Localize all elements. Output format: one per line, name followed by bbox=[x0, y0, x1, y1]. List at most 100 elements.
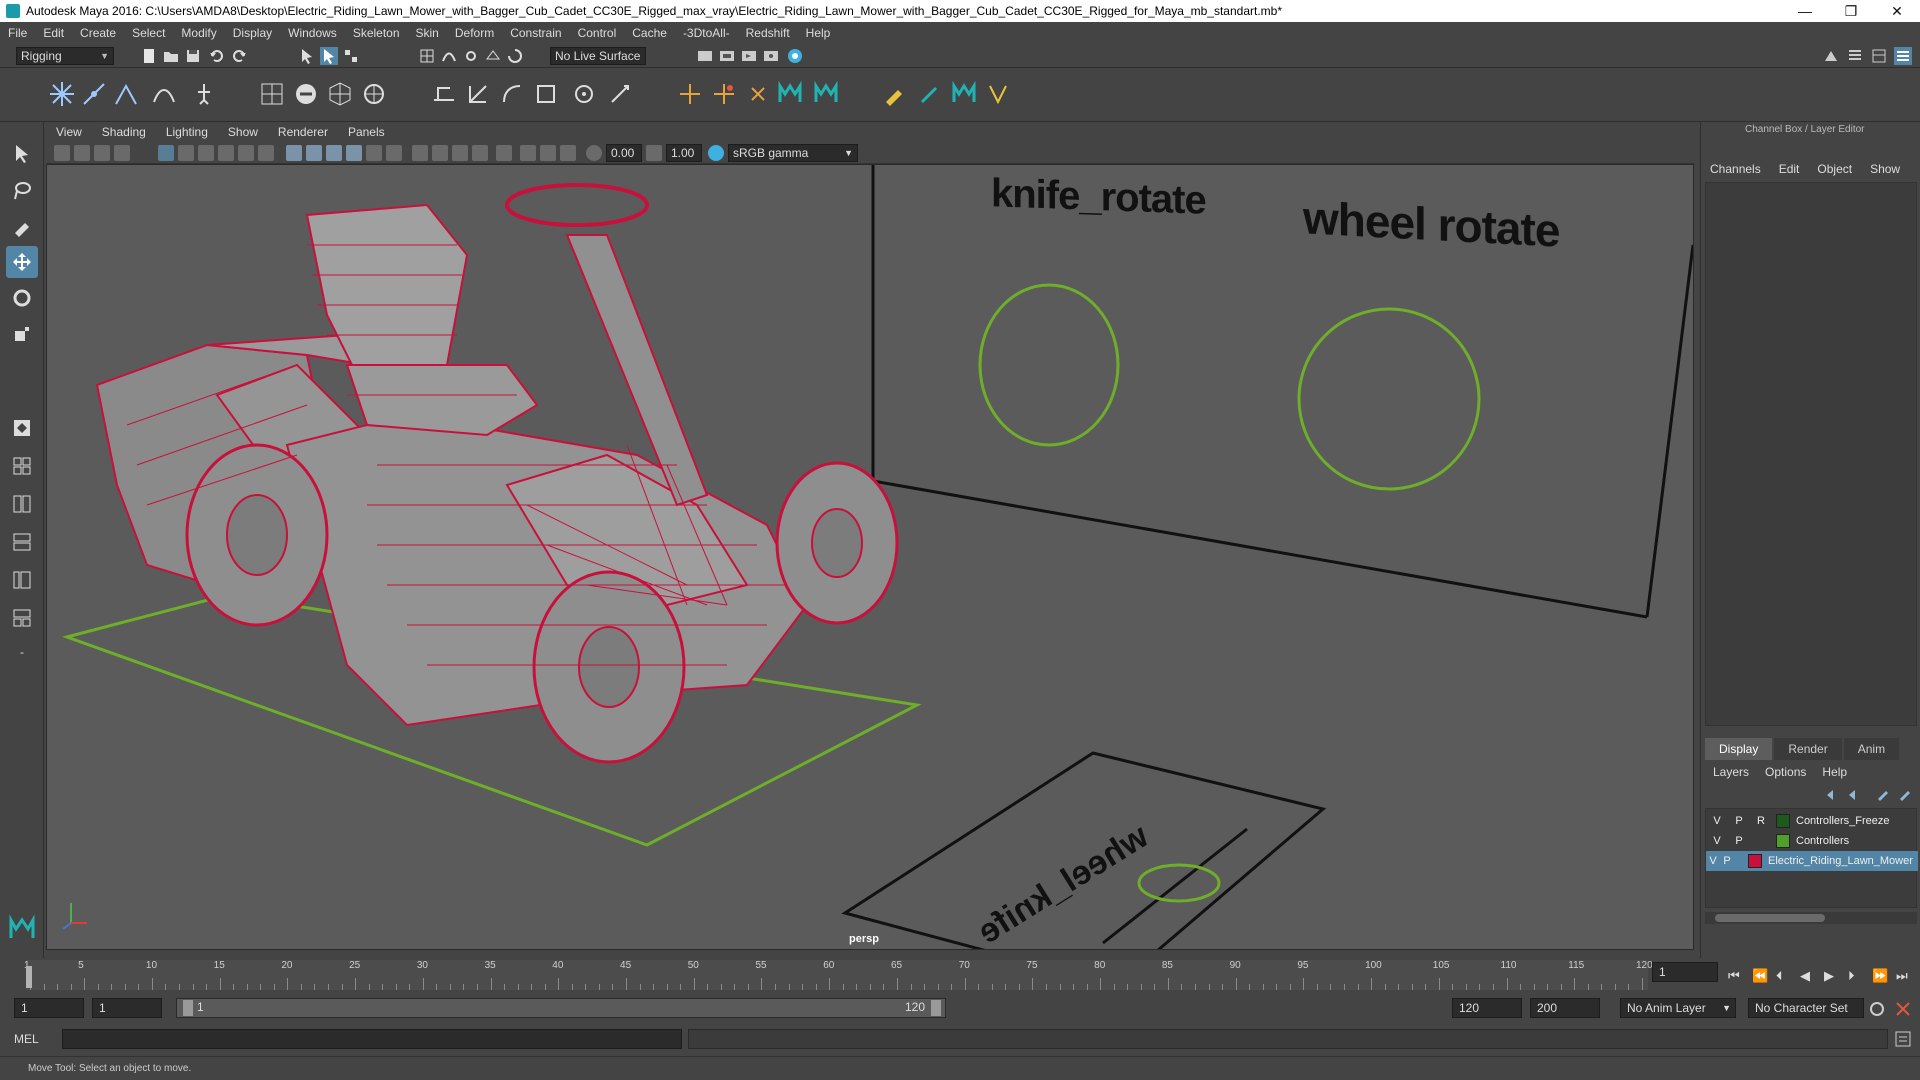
snap-grid-icon[interactable] bbox=[418, 47, 436, 65]
color-management-icon[interactable] bbox=[708, 145, 724, 161]
layer-visibility[interactable]: V bbox=[1706, 835, 1728, 847]
gamma-icon[interactable] bbox=[646, 145, 662, 161]
layer-playback[interactable]: P bbox=[1728, 815, 1750, 827]
ik-handle-icon[interactable] bbox=[112, 80, 140, 108]
go-to-start-icon[interactable]: ⏮ bbox=[1728, 968, 1740, 984]
scale-tool[interactable] bbox=[6, 318, 38, 350]
select-by-component-icon[interactable] bbox=[342, 47, 360, 65]
paint-weights-icon[interactable] bbox=[292, 80, 320, 108]
panel-menu-panels[interactable]: Panels bbox=[338, 125, 395, 139]
cb-menu-edit[interactable]: Edit bbox=[1770, 162, 1809, 180]
select-tool[interactable] bbox=[6, 138, 38, 170]
wheel-rotate-controller[interactable] bbox=[1297, 307, 1481, 491]
layer-color-swatch[interactable] bbox=[1776, 814, 1790, 828]
lawn-mower-mesh[interactable] bbox=[95, 183, 899, 764]
hypershade-icon[interactable] bbox=[786, 47, 804, 65]
layer-color-swatch[interactable] bbox=[1748, 854, 1762, 868]
menu-file[interactable]: File bbox=[0, 26, 35, 40]
anim-layer-dropdown[interactable]: No Anim Layer ▼ bbox=[1620, 998, 1736, 1018]
hypershade-layout[interactable] bbox=[6, 602, 38, 634]
xray-joints-icon[interactable] bbox=[540, 145, 556, 161]
layer-row[interactable]: V P Controllers bbox=[1706, 831, 1918, 851]
close-button[interactable]: ✕ bbox=[1874, 0, 1920, 22]
gamma-field[interactable]: 1.00 bbox=[666, 144, 702, 162]
bookmark-icon[interactable] bbox=[94, 145, 110, 161]
step-back-key-icon[interactable]: ⏴ bbox=[1776, 968, 1783, 984]
new-layer-icon[interactable] bbox=[1875, 787, 1891, 803]
xray-icon[interactable] bbox=[520, 145, 536, 161]
channel-list[interactable] bbox=[1705, 182, 1917, 726]
locator-icon[interactable] bbox=[676, 80, 704, 108]
menu-skin[interactable]: Skin bbox=[408, 26, 447, 40]
humanik-icon[interactable] bbox=[190, 80, 218, 108]
panel-menu-show[interactable]: Show bbox=[218, 125, 268, 139]
le-menu-options[interactable]: Options bbox=[1757, 762, 1814, 782]
menu-modify[interactable]: Modify bbox=[173, 26, 224, 40]
tool-settings-icon[interactable] bbox=[1870, 47, 1888, 65]
lasso-tool[interactable] bbox=[6, 174, 38, 206]
step-back-frame-icon[interactable]: ⏪ bbox=[1752, 968, 1768, 984]
time-slider-track[interactable]: 1510152025303540455055606570758085909510… bbox=[24, 960, 1653, 990]
range-start-handle[interactable] bbox=[183, 1000, 193, 1016]
move-layer-up-icon[interactable] bbox=[1825, 787, 1841, 803]
ik-spline-icon[interactable] bbox=[150, 80, 178, 108]
lattice-icon[interactable] bbox=[326, 80, 354, 108]
make-live-icon[interactable] bbox=[506, 47, 524, 65]
menu-constrain[interactable]: Constrain bbox=[502, 26, 569, 40]
menu-3dtoall[interactable]: -3DtoAll- bbox=[675, 26, 738, 40]
camera-attributes-icon[interactable] bbox=[74, 145, 90, 161]
paint-select-tool[interactable] bbox=[6, 210, 38, 242]
menu-windows[interactable]: Windows bbox=[280, 26, 345, 40]
layer-row[interactable]: V P Electric_Riding_Lawn_Mower bbox=[1706, 851, 1918, 871]
ipr-render-icon[interactable] bbox=[740, 47, 758, 65]
new-scene-icon[interactable] bbox=[140, 47, 158, 65]
anti-aliasing-icon[interactable] bbox=[452, 145, 468, 161]
minimize-button[interactable]: — bbox=[1782, 0, 1828, 22]
current-time-indicator[interactable] bbox=[26, 966, 32, 988]
scrollbar-thumb[interactable] bbox=[1715, 914, 1825, 922]
move-tool[interactable] bbox=[6, 246, 38, 278]
scale-constraint-icon[interactable] bbox=[532, 80, 560, 108]
v-icon[interactable] bbox=[984, 80, 1012, 108]
select-by-object-icon[interactable] bbox=[320, 47, 338, 65]
set-driven-key-icon[interactable] bbox=[710, 80, 738, 108]
undo-icon[interactable] bbox=[208, 47, 226, 65]
film-gate-icon[interactable] bbox=[178, 145, 194, 161]
motion-blur-icon[interactable] bbox=[432, 145, 448, 161]
step-forward-key-icon[interactable]: ⏵ bbox=[1848, 968, 1855, 984]
orient-constraint-icon[interactable] bbox=[498, 80, 526, 108]
play-backwards-icon[interactable]: ◀ bbox=[1800, 968, 1810, 984]
resolution-gate-icon[interactable] bbox=[198, 145, 214, 161]
script-language-label[interactable]: MEL bbox=[14, 1032, 39, 1046]
animation-start-field[interactable]: 1 bbox=[14, 998, 84, 1018]
xray-components-icon[interactable] bbox=[560, 145, 576, 161]
gate-mask-icon[interactable] bbox=[218, 145, 234, 161]
attribute-editor-icon[interactable] bbox=[1846, 47, 1864, 65]
aim-constraint-icon[interactable] bbox=[570, 80, 598, 108]
save-scene-icon[interactable] bbox=[184, 47, 202, 65]
cb-menu-channels[interactable]: Channels bbox=[1701, 162, 1770, 180]
safe-action-icon[interactable] bbox=[258, 145, 274, 161]
menu-control[interactable]: Control bbox=[570, 26, 625, 40]
panel-menu-lighting[interactable]: Lighting bbox=[156, 125, 218, 139]
field-chart-icon[interactable] bbox=[238, 145, 254, 161]
menu-display[interactable]: Display bbox=[225, 26, 280, 40]
render-view-icon[interactable] bbox=[696, 47, 714, 65]
maya-logo-small-icon[interactable] bbox=[950, 80, 978, 108]
front-left-hub[interactable] bbox=[578, 626, 640, 708]
panel-menu-renderer[interactable]: Renderer bbox=[268, 125, 338, 139]
maya-logo-icon[interactable] bbox=[776, 80, 804, 108]
current-frame-field[interactable]: 1 bbox=[1652, 962, 1718, 982]
maya-logo-alt-icon[interactable] bbox=[812, 80, 840, 108]
cb-menu-object[interactable]: Object bbox=[1808, 162, 1861, 180]
select-by-hierarchy-icon[interactable] bbox=[298, 47, 316, 65]
panel-menu-shading[interactable]: Shading bbox=[92, 125, 156, 139]
range-bar[interactable]: 1 120 bbox=[176, 998, 946, 1018]
color-space-dropdown[interactable]: sRGB gamma ▼ bbox=[728, 144, 858, 162]
panel-menu-view[interactable]: View bbox=[46, 125, 92, 139]
move-layer-down-icon[interactable] bbox=[1847, 787, 1863, 803]
menu-help[interactable]: Help bbox=[798, 26, 839, 40]
snap-curve-icon[interactable] bbox=[440, 47, 458, 65]
playback-end-field[interactable]: 120 bbox=[1452, 998, 1522, 1018]
layer-color-swatch[interactable] bbox=[1776, 834, 1790, 848]
